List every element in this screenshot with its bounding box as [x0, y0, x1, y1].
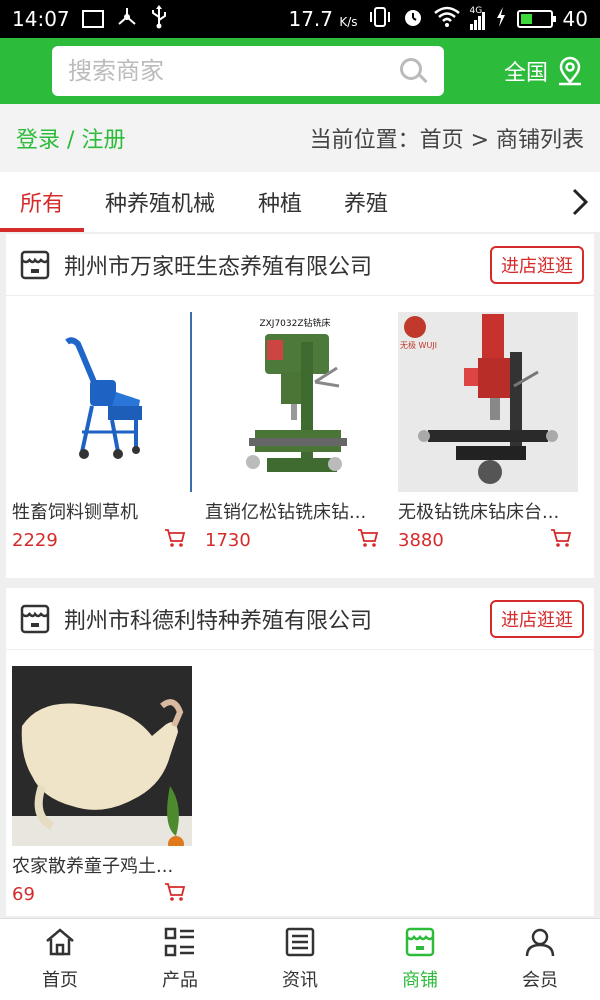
milling-machine-image: 无极 WUJI	[398, 312, 578, 492]
clock: 14:07	[12, 7, 70, 31]
login-link[interactable]: 登录	[16, 128, 60, 153]
search-input[interactable]	[68, 57, 398, 85]
list-icon	[164, 927, 196, 962]
user-icon	[524, 927, 556, 962]
nav-home[interactable]: 首页	[0, 919, 120, 1000]
alarm-icon	[402, 6, 424, 33]
tab-breeding[interactable]: 养殖	[324, 172, 408, 232]
shop-card: 荆州市科德利特种养殖有限公司 进店逛逛 农家散养童子鸡土... 69	[6, 588, 594, 916]
cart-icon[interactable]	[357, 528, 379, 552]
wifi-icon	[433, 6, 460, 33]
product-price: 2229	[12, 529, 58, 551]
brand-logo	[404, 316, 426, 338]
vibrate-icon	[368, 6, 392, 33]
tab-label: 养殖	[343, 192, 388, 217]
register-link[interactable]: 注册	[81, 128, 125, 153]
store-icon	[20, 604, 50, 634]
nav-shops[interactable]: 商铺	[360, 919, 480, 1000]
nav-label: 商铺	[402, 970, 438, 991]
brand-label: 无极 WUJI	[400, 341, 438, 350]
nav-label: 产品	[162, 970, 198, 991]
nav-products[interactable]: 产品	[120, 919, 240, 1000]
image-caption: ZXJ7032Z钻铣床	[259, 319, 331, 329]
header: 全国	[0, 38, 600, 104]
chicken-image	[12, 666, 192, 846]
battery-percent: 40	[562, 7, 588, 31]
enter-shop-button[interactable]: 进店逛逛	[490, 599, 584, 638]
search-bar[interactable]	[52, 46, 444, 96]
product-name: 牲畜饲料铡草机	[12, 502, 138, 523]
shop-card: 荆州市万家旺生态养殖有限公司 进店逛逛 牲畜饲料铡草机 2229 ZXJ7032…	[6, 234, 594, 578]
current-location: 当前位置：首页 > 商铺列表	[309, 128, 584, 153]
product-price: 69	[12, 883, 35, 905]
share-icon	[116, 6, 138, 33]
region-label: 全国	[503, 61, 548, 86]
product-name: 农家散养童子鸡土...	[12, 856, 174, 877]
status-bar: 14:07 17.7 K/s 4G 40	[0, 0, 600, 38]
tab-machinery[interactable]: 种养殖机械	[84, 172, 236, 232]
login-separator: /	[67, 128, 75, 153]
usb-icon	[150, 4, 168, 34]
cart-icon[interactable]	[164, 882, 186, 906]
product-price: 3880	[398, 529, 444, 551]
login-register: 登录 / 注册	[16, 122, 125, 154]
enter-shop-button[interactable]: 进店逛逛	[490, 245, 584, 284]
nav-member[interactable]: 会员	[480, 919, 600, 1000]
tab-planting[interactable]: 种植	[236, 172, 324, 232]
cart-icon[interactable]	[550, 528, 572, 552]
shop-header: 荆州市科德利特种养殖有限公司 进店逛逛	[6, 588, 594, 650]
breadcrumb: 登录 / 注册 当前位置：首页 > 商铺列表	[0, 104, 600, 172]
region-selector[interactable]: 全国	[504, 55, 584, 87]
shop-header: 荆州市万家旺生态养殖有限公司 进店逛逛	[6, 234, 594, 296]
signal-icon: 4G	[469, 6, 485, 30]
product-price: 1730	[205, 529, 251, 551]
bottom-nav: 首页 产品 资讯 商铺 会员	[0, 918, 600, 1000]
news-icon	[284, 927, 316, 962]
home-icon	[44, 927, 76, 962]
product-item[interactable]: 无极 WUJI 无极钻铣床钻床台... 3880	[398, 312, 578, 552]
product-name: 无极钻铣床钻床台...	[398, 502, 560, 523]
category-tabs: 所有 种养殖机械 种植 养殖	[0, 172, 600, 232]
chevron-right-icon[interactable]	[560, 172, 600, 232]
search-icon[interactable]	[398, 56, 428, 86]
product-name: 直销亿松钻铣床钻...	[205, 502, 367, 523]
nav-label: 首页	[42, 970, 78, 991]
chaff-cutter-image	[12, 312, 192, 492]
tab-label: 种养殖机械	[104, 192, 215, 217]
shop-name[interactable]: 荆州市万家旺生态养殖有限公司	[64, 249, 372, 281]
nav-label: 会员	[522, 970, 558, 991]
tab-label: 种植	[257, 192, 302, 217]
tab-all[interactable]: 所有	[0, 172, 84, 232]
shop-icon	[404, 927, 436, 962]
network-speed: 17.7 K/s	[288, 7, 358, 31]
shop-name[interactable]: 荆州市科德利特种养殖有限公司	[64, 603, 372, 635]
image-notification-icon	[81, 10, 104, 28]
charging-icon	[495, 6, 507, 33]
nav-label: 资讯	[282, 970, 318, 991]
product-item[interactable]: 牲畜饲料铡草机 2229	[12, 312, 192, 552]
battery-icon	[516, 10, 556, 28]
nav-news[interactable]: 资讯	[240, 919, 360, 1000]
drill-press-image: ZXJ7032Z钻铣床	[205, 312, 385, 492]
product-list: 牲畜饲料铡草机 2229 ZXJ7032Z钻铣床 直销亿松钻铣床钻... 173…	[6, 296, 594, 552]
tab-label: 所有	[19, 192, 64, 217]
product-item[interactable]: ZXJ7032Z钻铣床 直销亿松钻铣床钻... 1730	[205, 312, 385, 552]
store-icon	[20, 250, 50, 280]
product-item[interactable]: 农家散养童子鸡土... 69	[12, 666, 192, 906]
cart-icon[interactable]	[164, 528, 186, 552]
location-pin-icon	[556, 56, 584, 86]
product-list: 农家散养童子鸡土... 69	[6, 650, 594, 906]
